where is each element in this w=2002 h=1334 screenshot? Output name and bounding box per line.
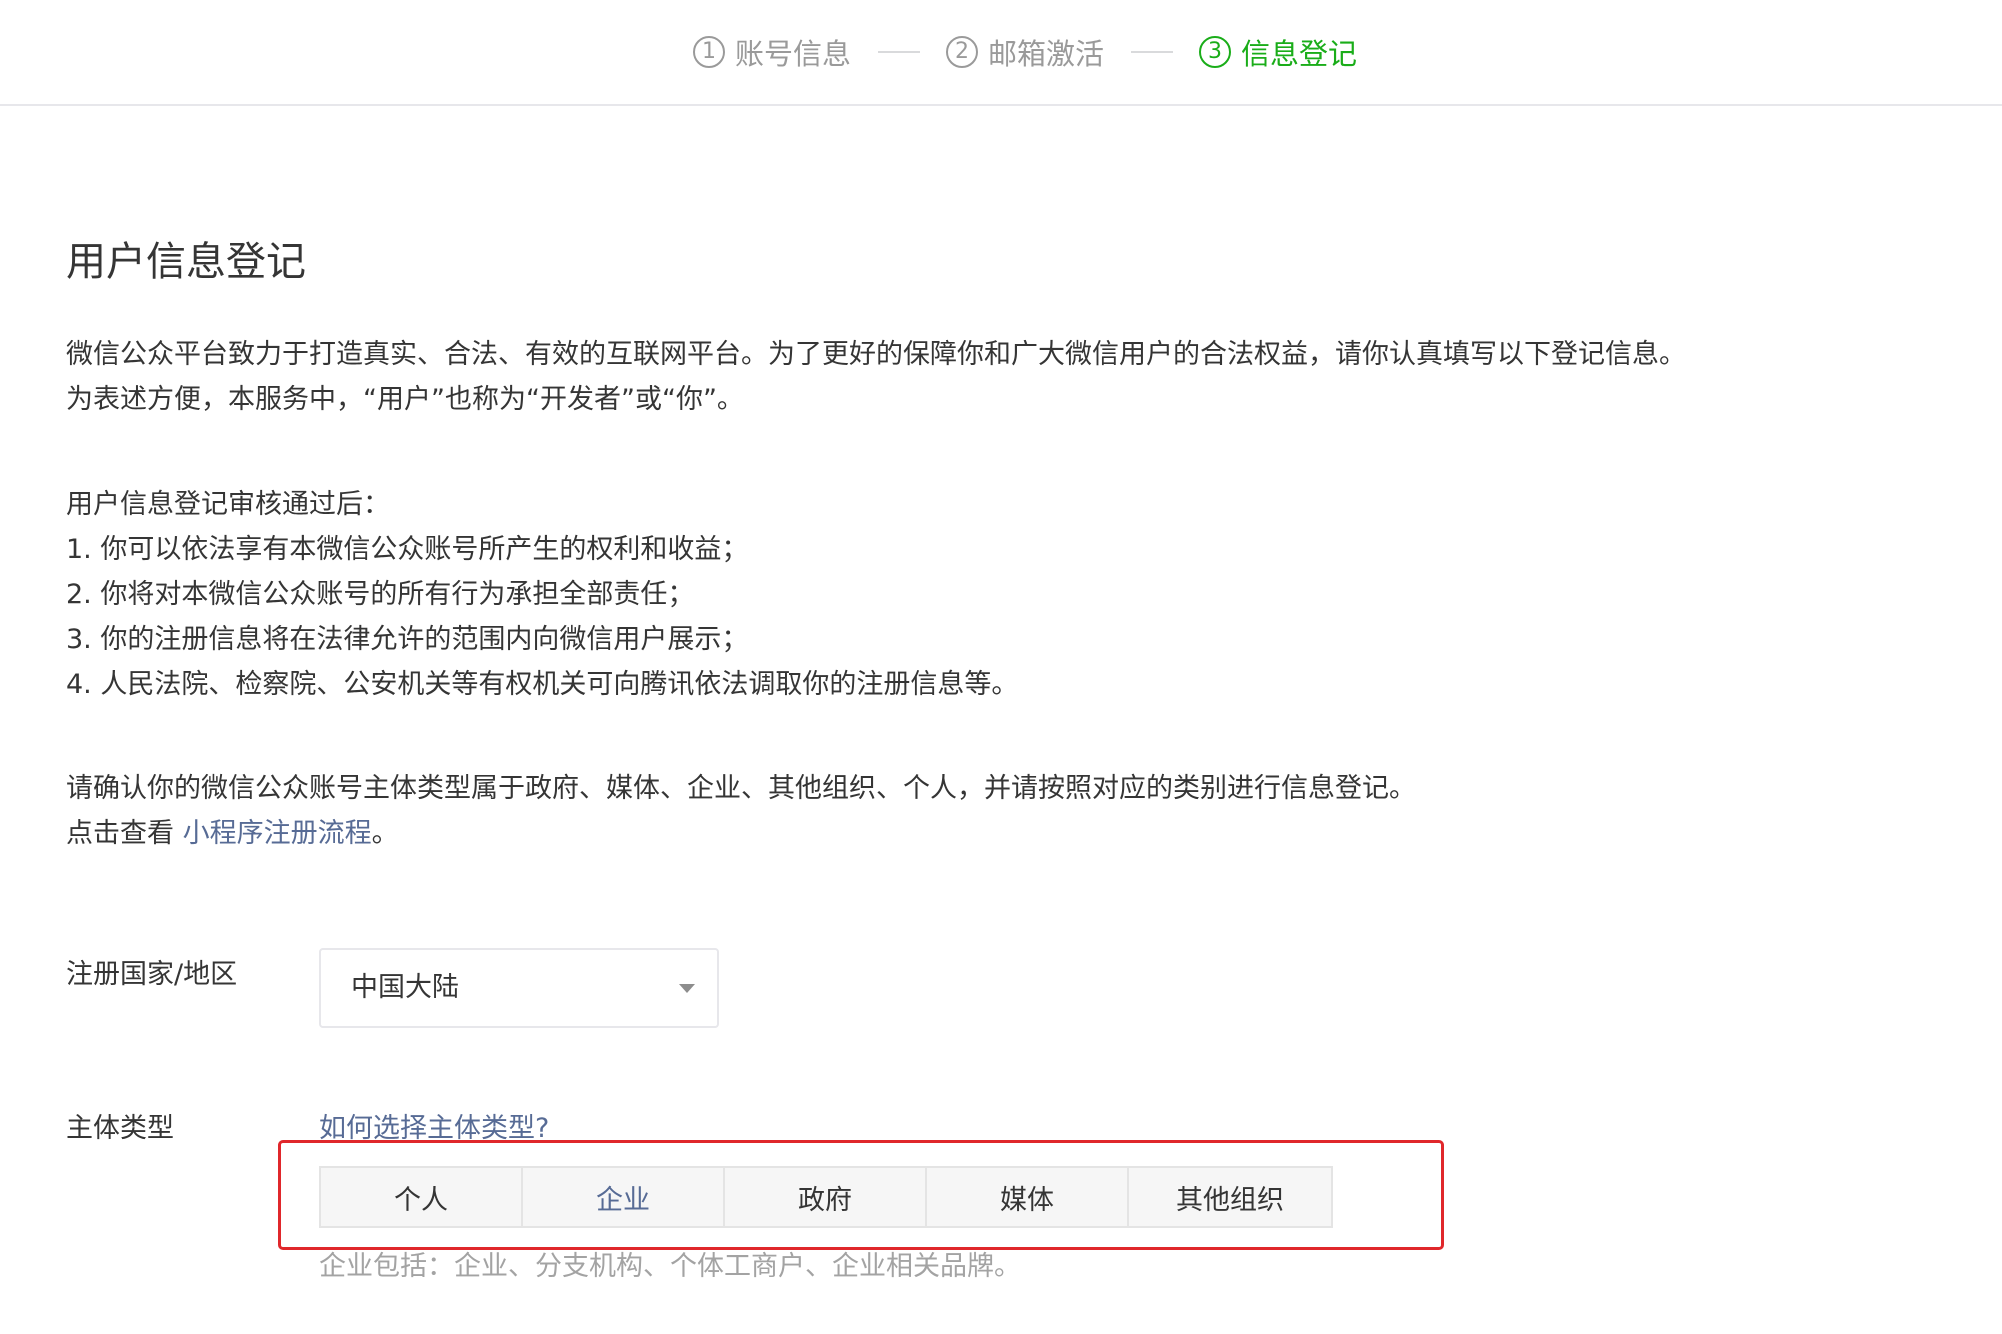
intro-line: 微信公众平台致力于打造真实、合法、有效的互联网平台。为了更好的保障你和广大微信用… — [66, 339, 1686, 370]
step-number-1: 1 — [693, 36, 725, 68]
entity-type-note: 企业包括：企业、分支机构、个体工商户、企业相关品牌。 — [319, 1251, 1021, 1282]
confirm-paragraph: 请确认你的微信公众账号主体类型属于政府、媒体、企业、其他组织、个人，并请按照对应… — [66, 766, 1416, 856]
list-item: 3. 你的注册信息将在法律允许的范围内向微信用户展示； — [66, 624, 749, 655]
intro-paragraph: 微信公众平台致力于打造真实、合法、有效的互联网平台。为了更好的保障你和广大微信用… — [66, 332, 1686, 422]
entity-type-selector: 个人 企业 政府 媒体 其他组织 — [319, 1166, 1333, 1228]
how-to-choose-type-link[interactable]: 如何选择主体类型? — [319, 1106, 549, 1145]
after-approval-list: 用户信息登记审核通过后： 1. 你可以依法享有本微信公众账号所产生的权利和收益；… — [66, 482, 1018, 707]
step-number-2: 2 — [946, 36, 978, 68]
after-approval-title: 用户信息登记审核通过后： — [66, 489, 390, 520]
type-option-other-org[interactable]: 其他组织 — [1129, 1168, 1331, 1226]
type-option-individual[interactable]: 个人 — [321, 1168, 523, 1226]
country-select[interactable]: 中国大陆 — [319, 948, 719, 1028]
step-label: 邮箱激活 — [988, 37, 1105, 71]
step-divider — [1131, 51, 1173, 53]
caret-down-icon — [679, 984, 695, 993]
confirm-line: 请确认你的微信公众账号主体类型属于政府、媒体、企业、其他组织、个人，并请按照对应… — [66, 773, 1416, 804]
view-process-line: 点击查看 小程序注册流程。 — [66, 811, 1416, 856]
type-option-enterprise[interactable]: 企业 — [523, 1168, 725, 1226]
step-info-registration: 3 信息登记 — [1199, 30, 1357, 74]
intro-line: 为表述方便，本服务中，“用户”也称为“开发者”或“你”。 — [66, 384, 744, 415]
step-label: 信息登记 — [1241, 37, 1358, 71]
step-divider — [878, 51, 920, 53]
step-account-info: 1 账号信息 — [693, 30, 851, 74]
mini-program-process-link[interactable]: 小程序注册流程 — [183, 818, 372, 849]
type-option-media[interactable]: 媒体 — [927, 1168, 1129, 1226]
country-select-value: 中国大陆 — [351, 972, 459, 1003]
view-suffix: 。 — [371, 818, 399, 849]
entity-type-label: 主体类型 — [66, 1113, 174, 1144]
step-number-3: 3 — [1199, 36, 1231, 68]
page-title: 用户信息登记 — [66, 239, 306, 285]
step-progress-bar: 1 账号信息 2 邮箱激活 3 信息登记 — [0, 0, 2002, 106]
type-option-government[interactable]: 政府 — [725, 1168, 927, 1226]
step-label: 账号信息 — [735, 37, 852, 71]
country-label: 注册国家/地区 — [66, 959, 238, 990]
list-item: 1. 你可以依法享有本微信公众账号所产生的权利和收益； — [66, 534, 749, 565]
list-item: 2. 你将对本微信公众账号的所有行为承担全部责任； — [66, 579, 695, 610]
list-item: 4. 人民法院、检察院、公安机关等有权机关可向腾讯依法调取你的注册信息等。 — [66, 669, 1019, 700]
step-email-activation: 2 邮箱激活 — [946, 30, 1104, 74]
view-prefix: 点击查看 — [66, 818, 183, 849]
